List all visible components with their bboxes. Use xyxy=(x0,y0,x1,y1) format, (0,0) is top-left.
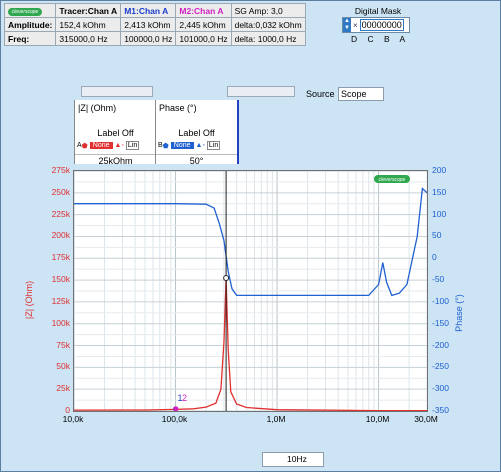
delta-freq: delta: 1000,0 Hz xyxy=(230,31,306,46)
source-label: Source xyxy=(306,89,335,99)
m1-header: M1:Chan A xyxy=(120,3,177,18)
m2-freq: 101000,0 Hz xyxy=(175,31,232,46)
digital-mask-value[interactable]: 00000000 xyxy=(359,19,404,31)
blank-field-right[interactable] xyxy=(227,86,295,97)
tracer-amplitude: 152,4 kOhm xyxy=(55,17,122,32)
delta-amplitude: delta:0,032 kOhm xyxy=(230,17,306,32)
marker-shape-icon[interactable]: ⬟ xyxy=(82,142,88,150)
tracer-freq: 315000,0 Hz xyxy=(55,31,122,46)
line-style-icon[interactable]: ▲◦ xyxy=(196,142,205,149)
digital-mask-field[interactable]: ▲ ▼ × 00000000 xyxy=(342,17,410,33)
right-axis-tick: 100 xyxy=(432,208,447,219)
bode-plot-svg[interactable]: 1 2cleverscope xyxy=(73,170,428,412)
phase-scale-button[interactable]: Lin xyxy=(206,141,221,150)
left-axis-tick: 75k xyxy=(56,339,70,350)
blank-field-left[interactable] xyxy=(81,86,153,97)
right-axis-tick: -200 xyxy=(432,339,450,350)
marker-shape-icon[interactable]: ⬟ xyxy=(163,142,169,150)
bode-plot-area[interactable]: 1 2 cleverscope xyxy=(73,170,428,412)
impedance-controls: A ⬟ None ▲◦ Lin xyxy=(75,141,156,150)
cursor-frequency-value[interactable]: 10Hz xyxy=(263,454,307,464)
right-axis-tick: 150 xyxy=(432,186,447,197)
m1-freq: 100000,0 Hz xyxy=(120,31,177,46)
right-axis-label: Phase (°) xyxy=(453,294,464,332)
left-axis-tick: 125k xyxy=(51,295,70,306)
left-axis-tick: 25k xyxy=(56,383,70,394)
digital-mask-bits: D C B A xyxy=(351,34,410,44)
cleverscope-logo: cleverscope xyxy=(8,8,42,16)
right-axis-tick: 0 xyxy=(432,252,437,263)
m1-amplitude: 2,413 kOhm xyxy=(120,17,177,32)
impedance-label-toggle[interactable]: Label Off xyxy=(75,128,156,138)
right-axis-tick: -50 xyxy=(432,274,445,285)
plot-logo-text: cleverscope xyxy=(379,177,406,183)
left-axis-tick: 200k xyxy=(51,230,70,241)
left-axis-tick: 50k xyxy=(56,361,70,372)
impedance-channel-panel: |Z| (Ohm) Label Off A ⬟ None ▲◦ Lin 25kO… xyxy=(74,100,158,166)
right-axis-tick: 200 xyxy=(432,165,447,175)
right-axis-tick: -100 xyxy=(432,295,450,306)
phase-controls: B ⬟ None ▲◦ Lin xyxy=(156,141,237,150)
x-axis-tick: 100,0k xyxy=(161,414,188,424)
left-axis-tick: 225k xyxy=(51,208,70,219)
digital-mask-title: Digital Mask xyxy=(354,6,402,16)
tracer-point xyxy=(223,274,230,281)
impedance-channel-name: |Z| (Ohm) xyxy=(78,103,117,113)
impedance-scale-value[interactable]: 25kOhm xyxy=(75,154,156,166)
amplitude-row: Amplitude: 152,4 kOhm 2,413 kOhm 2,445 k… xyxy=(3,17,306,32)
right-axis-tick: -300 xyxy=(432,383,450,394)
x-axis-tick: 30,0M xyxy=(414,414,438,424)
line-style-icon[interactable]: ▲◦ xyxy=(115,142,124,149)
left-axis-tick: 275k xyxy=(51,165,70,175)
phase-channel-name: Phase (°) xyxy=(159,103,197,113)
source-select[interactable]: Scope xyxy=(338,87,384,101)
freq-label: Freq: xyxy=(3,31,57,46)
phase-channel-panel: Phase (°) Label Off B ⬟ None ▲◦ Lin 50° xyxy=(155,100,239,166)
cursor-frequency-field[interactable]: 10Hz xyxy=(262,452,324,467)
x-axis-tick: 1,0M xyxy=(266,414,286,424)
digital-mask: Digital Mask ▲ ▼ × 00000000 D C B A xyxy=(342,6,414,44)
left-axis-tick: 150k xyxy=(51,274,70,285)
left-axis-label: |Z| (Ohm) xyxy=(24,280,35,320)
spinner-arrows-icon[interactable]: ▲ ▼ xyxy=(343,18,351,32)
right-axis-tick: -250 xyxy=(432,361,450,372)
sg-amp-header: SG Amp: 3,0 xyxy=(230,3,306,18)
left-axis-tick: 250k xyxy=(51,186,70,197)
x-axis-tick: 10,0M xyxy=(365,414,390,424)
right-axis-tick: 50 xyxy=(432,230,442,241)
amplitude-label: Amplitude: xyxy=(3,17,57,32)
tracer-header: Tracer:Chan A xyxy=(55,3,122,18)
measurement-table: cleverscope Tracer:Chan A M1:Chan A M2:C… xyxy=(3,3,306,46)
m2-amplitude: 2,445 kOhm xyxy=(175,17,232,32)
right-axis-tick: -150 xyxy=(432,317,450,328)
x-axis-tick: 10,0k xyxy=(62,414,84,424)
left-axis-tick: 100k xyxy=(51,317,70,328)
freq-row: Freq: 315000,0 Hz 100000,0 Hz 101000,0 H… xyxy=(3,31,306,46)
m2-header: M2:Chan A xyxy=(175,3,232,18)
impedance-scale-button[interactable]: Lin xyxy=(125,141,140,150)
marker-2-label: 2 xyxy=(182,393,187,403)
phase-scale-value[interactable]: 50° xyxy=(156,154,237,166)
close-icon[interactable]: × xyxy=(351,21,360,30)
logo-cell: cleverscope xyxy=(3,3,57,18)
left-axis-tick: 175k xyxy=(51,252,70,263)
impedance-none-button[interactable]: None xyxy=(89,142,113,149)
phase-label-toggle[interactable]: Label Off xyxy=(156,128,237,138)
phase-none-button[interactable]: None xyxy=(170,142,194,149)
